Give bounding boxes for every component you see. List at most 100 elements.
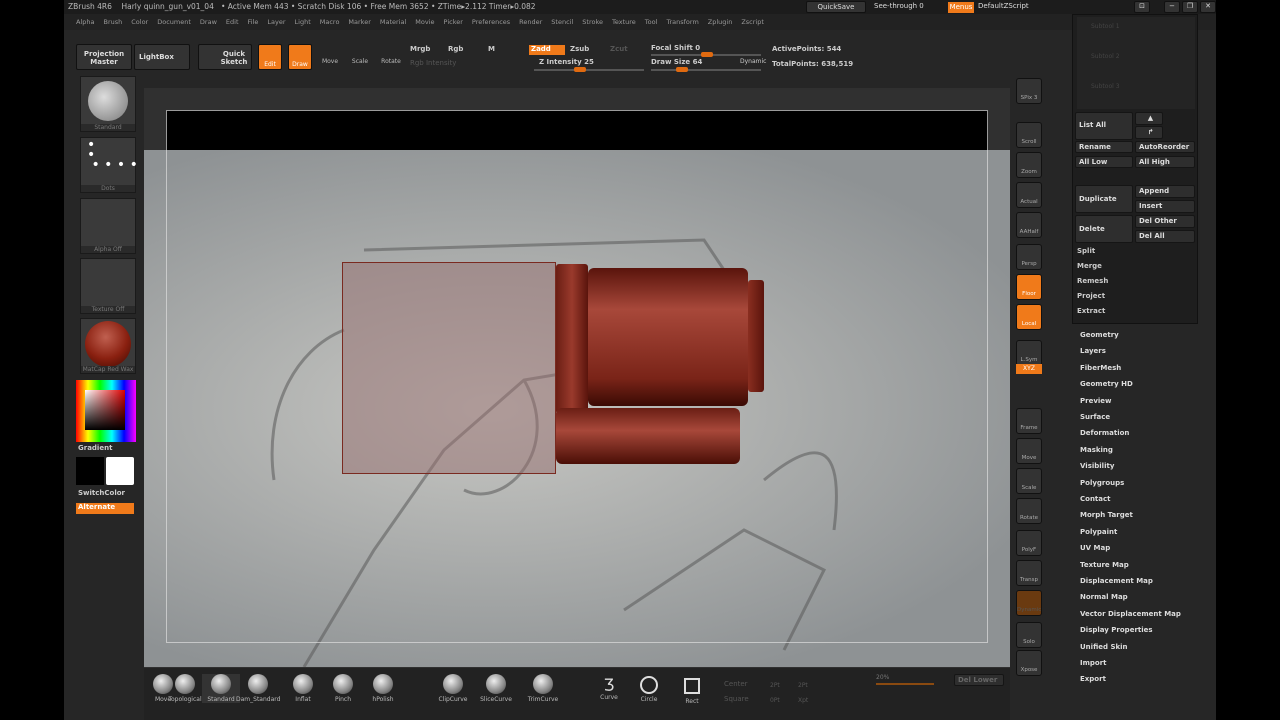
subpalette-uv-map[interactable]: UV Map (1080, 544, 1110, 552)
menu-tool[interactable]: Tool (645, 14, 658, 30)
subpalette-display-properties[interactable]: Display Properties (1080, 626, 1153, 634)
menu-movie[interactable]: Movie (415, 14, 434, 30)
tool-actual[interactable]: Actual (1016, 182, 1042, 208)
brush-hpolish[interactable]: hPolish (364, 674, 402, 703)
draw-button[interactable]: Draw (288, 44, 312, 70)
menu-brush[interactable]: Brush (103, 14, 122, 30)
m-button[interactable]: M (488, 45, 495, 53)
material-thumbnail[interactable]: MatCap Red Wax (80, 318, 136, 374)
subpalette-displacement-map[interactable]: Displacement Map (1080, 577, 1153, 585)
bottom-slider[interactable] (876, 683, 934, 685)
subpalette-polygroups[interactable]: Polygroups (1080, 479, 1124, 487)
subtool-item[interactable]: Subtool 3 (1091, 83, 1120, 90)
option-0pt[interactable]: 0Pt (770, 697, 780, 704)
subpalette-normal-map[interactable]: Normal Map (1080, 593, 1128, 601)
brush-inflat[interactable]: Inflat (284, 674, 322, 703)
lightbox-button[interactable]: LightBox (134, 44, 190, 70)
duplicate-button[interactable]: Duplicate (1075, 185, 1133, 213)
brush-standard[interactable]: Standard (202, 674, 240, 703)
tool-scale[interactable]: Scale (1016, 468, 1042, 494)
scale-button[interactable]: Scale (348, 58, 372, 65)
circle-stroke-button[interactable]: Circle (634, 676, 664, 703)
menu-transform[interactable]: Transform (666, 14, 698, 30)
subpalette-contact[interactable]: Contact (1080, 495, 1111, 503)
brush-slicecurve[interactable]: SliceCurve (477, 674, 515, 703)
tool-scroll[interactable]: Scroll (1016, 122, 1042, 148)
tool-local[interactable]: Local (1016, 304, 1042, 330)
minimize-icon[interactable]: − (1164, 1, 1180, 13)
split-button[interactable]: Split (1077, 247, 1095, 255)
brush-clipcurve[interactable]: ClipCurve (434, 674, 472, 703)
autoreorder-button[interactable]: AutoReorder (1135, 141, 1195, 153)
menu-macro[interactable]: Macro (320, 14, 340, 30)
mrgb-button[interactable]: Mrgb (410, 45, 430, 53)
square-toggle[interactable]: Square (724, 695, 749, 703)
brush-dam-standard[interactable]: Dam_Standard (236, 674, 280, 703)
menu-edit[interactable]: Edit (226, 14, 239, 30)
alternate-button[interactable]: Alternate (76, 503, 134, 514)
option-2pt[interactable]: 2Pt (770, 682, 780, 689)
extract-button[interactable]: Extract (1077, 307, 1105, 315)
menu-texture[interactable]: Texture (612, 14, 636, 30)
canvas[interactable] (144, 88, 1010, 668)
all-low-button[interactable]: All Low (1075, 156, 1133, 168)
center-toggle[interactable]: Center (724, 680, 748, 688)
tool-move[interactable]: Move (1016, 438, 1042, 464)
menu-stroke[interactable]: Stroke (582, 14, 603, 30)
gradient-toggle[interactable]: Gradient (78, 444, 112, 452)
subpalette-vector-displacement-map[interactable]: Vector Displacement Map (1080, 610, 1181, 618)
list-all-button[interactable]: List All (1075, 112, 1133, 140)
menu-color[interactable]: Color (131, 14, 148, 30)
move-button[interactable]: Move (318, 58, 342, 65)
close-icon[interactable]: ✕ (1200, 1, 1216, 13)
zcut-button[interactable]: Zcut (610, 45, 628, 53)
subpalette-masking[interactable]: Masking (1080, 446, 1113, 454)
draw-size-slider[interactable] (651, 67, 761, 72)
brush-trimcurve[interactable]: TrimCurve (524, 674, 562, 703)
menu-stencil[interactable]: Stencil (551, 14, 573, 30)
projection-master-button[interactable]: Projection Master (76, 44, 132, 70)
tool-zoom[interactable]: Zoom (1016, 152, 1042, 178)
rename-button[interactable]: Rename (1075, 141, 1133, 153)
subpalette-deformation[interactable]: Deformation (1080, 429, 1129, 437)
rgb-button[interactable]: Rgb (448, 45, 463, 53)
tool-rotate[interactable]: Rotate (1016, 498, 1042, 524)
del-other-button[interactable]: Del Other (1135, 215, 1195, 228)
menu-file[interactable]: File (248, 14, 259, 30)
subpalette-texture-map[interactable]: Texture Map (1080, 561, 1129, 569)
del-all-button[interactable]: Del All (1135, 230, 1195, 243)
color-picker[interactable] (76, 380, 136, 442)
menu-render[interactable]: Render (519, 14, 542, 30)
texture-thumbnail[interactable]: Texture Off (80, 258, 136, 314)
append-button[interactable]: Append (1135, 185, 1195, 198)
subpalette-preview[interactable]: Preview (1080, 397, 1112, 405)
primary-color-swatch[interactable] (106, 457, 134, 485)
tool-polyf[interactable]: PolyF (1016, 530, 1042, 556)
delete-button[interactable]: Delete (1075, 215, 1133, 243)
brush-thumbnail[interactable]: Standard (80, 76, 136, 132)
subpalette-polypaint[interactable]: Polypaint (1080, 528, 1117, 536)
quick-sketch-button[interactable]: Quick Sketch (198, 44, 252, 70)
tool-persp[interactable]: Persp (1016, 244, 1042, 270)
tool-aahalf[interactable]: AAHalf (1016, 212, 1042, 238)
alpha-thumbnail[interactable]: Alpha Off (80, 198, 136, 254)
subtool-item[interactable]: Subtool 1 (1091, 23, 1120, 30)
del-lower-button[interactable]: Del Lower (954, 674, 1004, 686)
subpalette-morph-target[interactable]: Morph Target (1080, 511, 1133, 519)
menu-alpha[interactable]: Alpha (76, 14, 94, 30)
dynamic-toggle[interactable]: Dynamic (740, 58, 766, 65)
tool-dynamic[interactable]: Dynamic (1016, 590, 1042, 616)
lock-icon[interactable]: ⊡ (1134, 1, 1150, 13)
subpalette-fibermesh[interactable]: FiberMesh (1080, 364, 1121, 372)
insert-button[interactable]: Insert (1135, 200, 1195, 213)
subpalette-unified-skin[interactable]: Unified Skin (1080, 643, 1128, 651)
tool-xpose[interactable]: Xpose (1016, 650, 1042, 676)
menus-toggle[interactable]: Menus (948, 2, 974, 13)
menu-preferences[interactable]: Preferences (472, 14, 510, 30)
rgb-intensity-slider[interactable]: Rgb Intensity (410, 59, 456, 67)
zadd-button[interactable]: Zadd (529, 45, 565, 55)
tool-solo[interactable]: Solo (1016, 622, 1042, 648)
stroke-thumbnail[interactable]: • • • • • • Dots (80, 137, 138, 193)
menu-material[interactable]: Material (380, 14, 406, 30)
menu-document[interactable]: Document (157, 14, 191, 30)
